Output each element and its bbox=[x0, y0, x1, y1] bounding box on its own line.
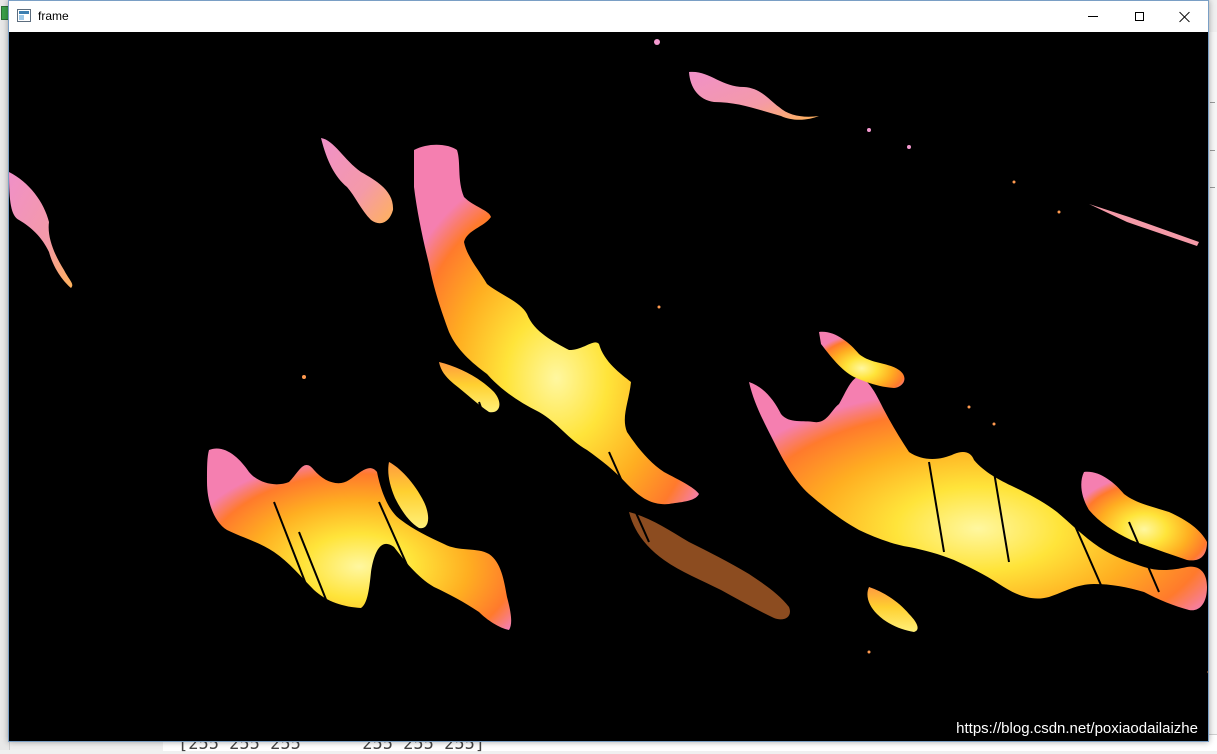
image-window[interactable]: frame https://blog.csdn.net/poxiaodailai… bbox=[8, 0, 1209, 742]
minimize-button[interactable] bbox=[1070, 1, 1116, 32]
minimize-icon bbox=[1088, 16, 1098, 17]
background-divider bbox=[1210, 102, 1215, 103]
image-canvas: https://blog.csdn.net/poxiaodailaizhe bbox=[9, 32, 1208, 741]
flame-region bbox=[414, 144, 699, 505]
flame-region bbox=[1089, 204, 1199, 246]
close-icon bbox=[1179, 11, 1191, 23]
flame-region bbox=[629, 512, 790, 620]
background-divider bbox=[1210, 187, 1215, 188]
flame-speck bbox=[654, 39, 660, 45]
flame-region bbox=[207, 448, 512, 630]
flame-region bbox=[867, 587, 918, 632]
maximize-button[interactable] bbox=[1116, 1, 1162, 32]
window-title: frame bbox=[38, 9, 69, 23]
flame-speck bbox=[867, 128, 871, 132]
flame-region bbox=[749, 377, 1207, 611]
background-divider bbox=[1210, 150, 1215, 151]
flame-region bbox=[9, 172, 73, 288]
maximize-icon bbox=[1134, 12, 1144, 21]
watermark-text: https://blog.csdn.net/poxiaodailaizhe bbox=[956, 720, 1198, 737]
flame-speck bbox=[907, 145, 911, 149]
title-bar[interactable]: frame bbox=[9, 1, 1208, 32]
flame-region bbox=[689, 71, 819, 120]
close-button[interactable] bbox=[1162, 1, 1208, 32]
flame-region bbox=[819, 331, 905, 388]
flame-region bbox=[321, 138, 394, 224]
fire-mask-image bbox=[9, 39, 1208, 674]
flame-region bbox=[1081, 471, 1207, 561]
window-app-icon[interactable] bbox=[17, 9, 31, 22]
